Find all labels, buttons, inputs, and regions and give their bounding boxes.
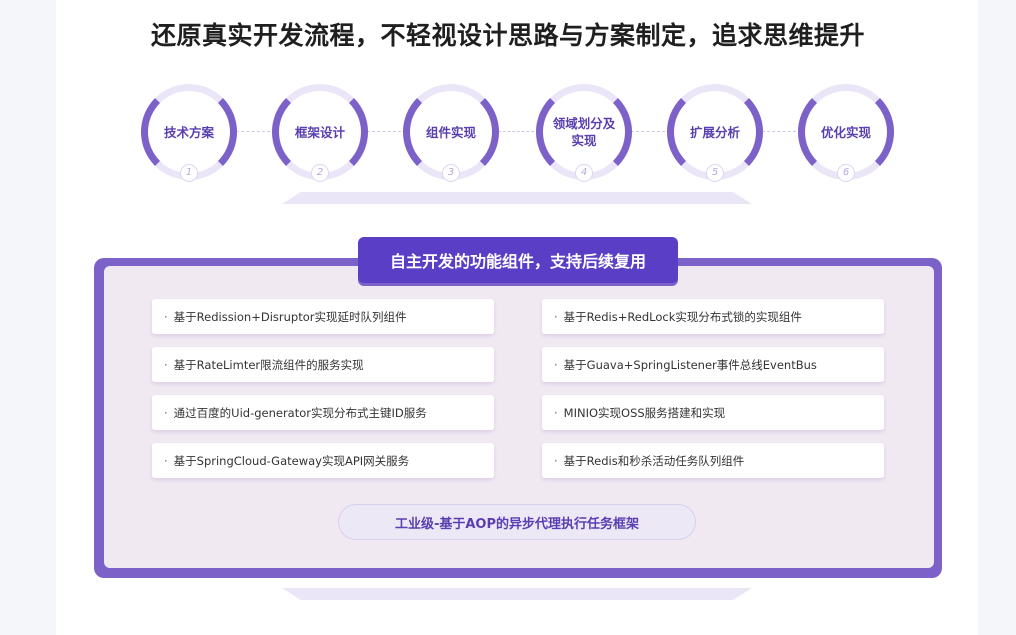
step-extension-analysis: 扩展分析 5	[667, 84, 763, 182]
feature-card: · 基于Redission+Disruptor实现延时队列组件	[152, 299, 494, 334]
feature-text: 基于SpringCloud-Gateway实现API网关服务	[173, 453, 410, 468]
bullet-dot: ·	[554, 309, 558, 324]
step-number: 3	[442, 164, 460, 182]
feature-text: MINIO实现OSS服务搭建和实现	[563, 405, 726, 420]
feature-card: · MINIO实现OSS服务搭建和实现	[542, 395, 884, 430]
step-number: 4	[575, 164, 593, 182]
feature-text: 基于Redission+Disruptor实现延时队列组件	[173, 309, 407, 324]
feature-card: · 通过百度的Uid-generator实现分布式主键ID服务	[152, 395, 494, 430]
process-steps: 技术方案 1 框架设计 2 组件实现 3 领域划分及实现 4 扩展分析 5 优化…	[0, 0, 1016, 210]
step-connector	[236, 131, 270, 132]
feature-text: 基于Redis+RedLock实现分布式锁的实现组件	[563, 309, 802, 324]
step-technical-plan: 技术方案 1	[141, 84, 237, 182]
components-panel-title: 自主开发的功能组件，支持后续复用	[358, 237, 678, 283]
bullet-dot: ·	[164, 453, 168, 468]
framework-pill: 工业级-基于AOP的异步代理执行任务框架	[338, 504, 696, 540]
bullet-dot: ·	[554, 453, 558, 468]
steps-shelf-decoration	[282, 192, 752, 204]
feature-card: · 基于Guava+SpringListener事件总线EventBus	[542, 347, 884, 382]
step-connector	[498, 131, 534, 132]
feature-text: 基于Guava+SpringListener事件总线EventBus	[563, 357, 817, 372]
feature-text: 通过百度的Uid-generator实现分布式主键ID服务	[173, 405, 427, 420]
bullet-dot: ·	[554, 357, 558, 372]
step-number: 5	[706, 164, 724, 182]
feature-card: · 基于RateLimter限流组件的服务实现	[152, 347, 494, 382]
bullet-dot: ·	[554, 405, 558, 420]
step-framework-design: 框架设计 2	[272, 84, 368, 182]
step-domain-division: 领域划分及实现 4	[536, 84, 632, 182]
step-number: 2	[311, 164, 329, 182]
step-connector	[367, 131, 401, 132]
feature-text: 基于RateLimter限流组件的服务实现	[173, 357, 364, 372]
bullet-dot: ·	[164, 357, 168, 372]
feature-card: · 基于Redis和秒杀活动任务队列组件	[542, 443, 884, 478]
feature-card: · 基于Redis+RedLock实现分布式锁的实现组件	[542, 299, 884, 334]
step-number: 6	[837, 164, 855, 182]
step-component-impl: 组件实现 3	[403, 84, 499, 182]
step-optimization: 优化实现 6	[798, 84, 894, 182]
step-connector	[631, 131, 665, 132]
step-number: 1	[180, 164, 198, 182]
feature-card: · 基于SpringCloud-Gateway实现API网关服务	[152, 443, 494, 478]
panel-shelf-decoration	[282, 588, 752, 600]
bullet-dot: ·	[164, 309, 168, 324]
step-connector	[762, 131, 796, 132]
bullet-dot: ·	[164, 405, 168, 420]
feature-text: 基于Redis和秒杀活动任务队列组件	[563, 453, 745, 468]
